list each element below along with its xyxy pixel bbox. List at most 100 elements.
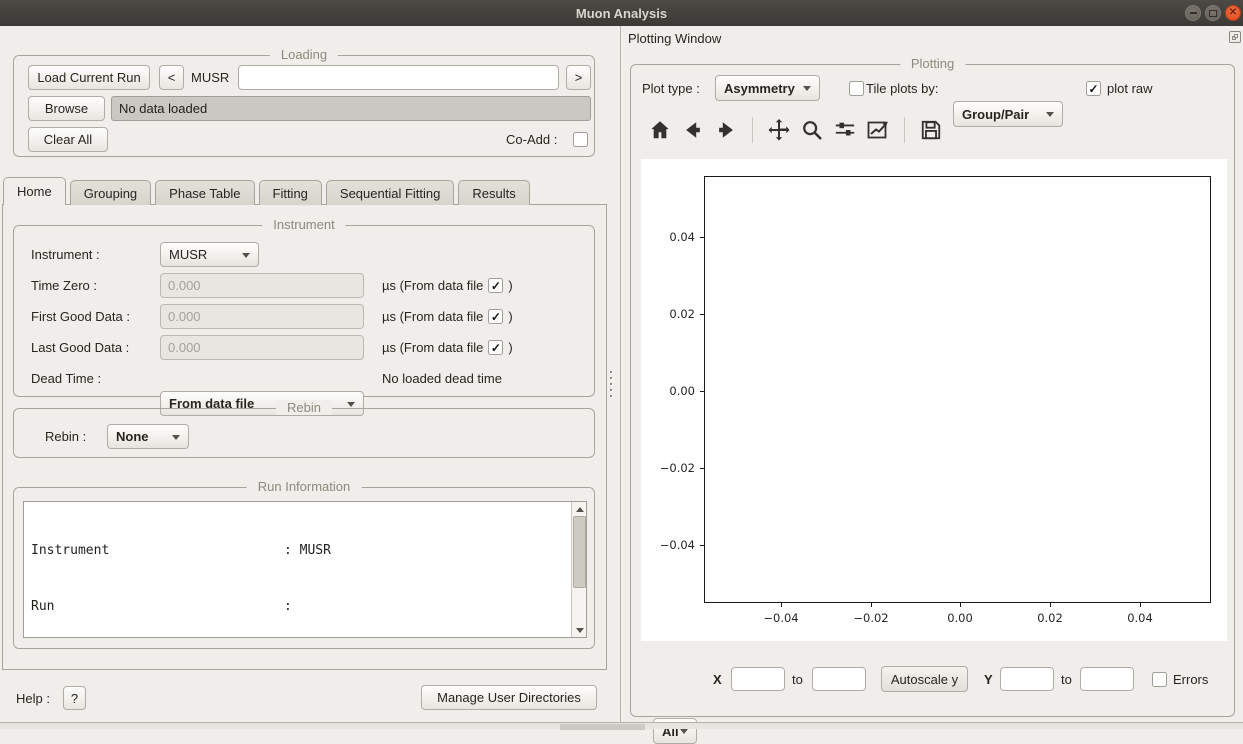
tab-grouping[interactable]: Grouping	[70, 180, 151, 205]
tile-plots-by-combobox[interactable]: Group/Pair	[953, 101, 1063, 127]
plot-raw-checkbox[interactable]: ✓	[1086, 81, 1101, 96]
minimize-button[interactable]	[1185, 5, 1201, 21]
browse-button[interactable]: Browse	[28, 96, 105, 121]
plot-type-label: Plot type :	[642, 76, 700, 101]
run-information-group-label: Run Information	[247, 479, 362, 494]
pan-icon[interactable]	[766, 117, 792, 143]
first-good-data-unit: µs (From data file ✓ )	[382, 304, 513, 329]
maximize-button[interactable]	[1205, 5, 1221, 21]
tile-plots-checkbox[interactable]	[849, 81, 864, 96]
first-good-from-file-checkbox[interactable]: ✓	[488, 309, 503, 324]
loading-group-label: Loading	[270, 47, 338, 62]
clear-all-button[interactable]: Clear All	[28, 127, 108, 152]
load-status-field: No data loaded	[111, 96, 591, 121]
instrument-combobox[interactable]: MUSR	[160, 242, 259, 267]
first-good-unit-text: µs (From data file	[382, 309, 483, 324]
rebin-label: Rebin :	[45, 424, 86, 449]
float-dock-icon[interactable]	[1229, 31, 1241, 43]
x-tick-label: 0.04	[1115, 611, 1165, 625]
back-icon[interactable]	[680, 117, 706, 143]
plotting-group-label: Plotting	[900, 56, 965, 71]
tab-results[interactable]: Results	[458, 180, 529, 205]
splitter-handle[interactable]	[610, 367, 612, 401]
chevron-down-icon	[347, 402, 355, 407]
time-zero-unit: µs (From data file ✓ )	[382, 273, 513, 298]
last-good-data-label: Last Good Data :	[31, 335, 129, 360]
autoscale-y-button[interactable]: Autoscale y	[881, 666, 968, 692]
maximize-icon	[1209, 10, 1217, 17]
next-run-button[interactable]: >	[566, 65, 591, 90]
x-tick-label: 0.02	[1025, 611, 1075, 625]
tab-sequential-fitting[interactable]: Sequential Fitting	[326, 180, 454, 205]
x-tick	[960, 603, 961, 607]
x-tick	[1140, 603, 1141, 607]
rebin-combobox-value: None	[116, 429, 149, 444]
instrument-groupbox: Instrument Instrument : MUSR Time Zero :…	[13, 225, 595, 397]
close-button[interactable]: ✕	[1225, 5, 1241, 21]
bottom-scrollbar-thumb[interactable]	[560, 724, 645, 730]
y-tick-label: 0.02	[651, 307, 695, 321]
zoom-icon[interactable]	[799, 117, 825, 143]
y-to-input[interactable]	[1080, 667, 1134, 691]
plot-type-combobox[interactable]: Asymmetry	[715, 75, 820, 101]
x-from-input[interactable]	[731, 667, 785, 691]
y-tick	[700, 391, 704, 392]
y-tick	[700, 545, 704, 546]
scrollbar-thumb[interactable]	[573, 516, 586, 588]
x-tick	[781, 603, 782, 607]
y-from-input[interactable]	[1000, 667, 1054, 691]
checkmark-icon: ✓	[491, 311, 501, 323]
save-icon[interactable]	[918, 117, 944, 143]
x-tick	[1050, 603, 1051, 607]
run-number-input[interactable]	[238, 65, 559, 90]
rebin-combobox[interactable]: None	[107, 424, 189, 449]
scroll-up-button[interactable]	[572, 502, 587, 516]
load-current-run-button[interactable]: Load Current Run	[28, 65, 150, 90]
co-add-checkbox[interactable]	[573, 132, 588, 147]
tab-phase-table[interactable]: Phase Table	[155, 180, 254, 205]
y-tick-label: −0.02	[651, 461, 695, 475]
previous-run-button[interactable]: <	[159, 65, 184, 90]
checkmark-icon: ✓	[1088, 83, 1098, 95]
tab-fitting[interactable]: Fitting	[259, 180, 322, 205]
bottom-scrollbar[interactable]	[0, 722, 1243, 729]
manage-user-directories-button[interactable]: Manage User Directories	[421, 685, 597, 710]
instrument-combobox-value: MUSR	[169, 247, 207, 262]
x-tick-label: −0.04	[756, 611, 806, 625]
forward-icon[interactable]	[713, 117, 739, 143]
plotting-window-dock-title: Plotting Window	[628, 30, 721, 47]
close-icon: ✕	[1229, 8, 1237, 18]
subplots-icon[interactable]	[832, 117, 858, 143]
titlebar: Muon Analysis ✕	[0, 0, 1243, 26]
errors-label: Errors	[1173, 666, 1208, 692]
run-info-scrollbar[interactable]	[571, 502, 586, 637]
y-to-label: to	[1061, 666, 1072, 692]
y-tick	[700, 237, 704, 238]
time-zero-input[interactable]: 0.000	[160, 273, 364, 298]
rebin-group-label: Rebin	[276, 400, 332, 415]
run-info-line: Instrument: MUSR	[31, 542, 586, 561]
last-good-data-input[interactable]: 0.000	[160, 335, 364, 360]
first-good-data-label: First Good Data :	[31, 304, 130, 329]
customize-icon[interactable]	[865, 117, 891, 143]
scroll-down-button[interactable]	[572, 623, 587, 637]
first-good-data-input[interactable]: 0.000	[160, 304, 364, 329]
plot-canvas[interactable]: 0.04 0.02 0.00 −0.02 −0.04 −0.04 −0.02 0…	[641, 159, 1227, 641]
co-add-label: Co-Add :	[506, 127, 557, 152]
home-icon[interactable]	[647, 117, 673, 143]
y-tick-label: 0.04	[651, 230, 695, 244]
instrument-group-label: Instrument	[262, 217, 345, 232]
x-to-label: to	[792, 666, 803, 692]
help-button[interactable]: ?	[63, 686, 86, 710]
y-range-label: Y	[984, 666, 993, 692]
y-tick	[700, 314, 704, 315]
time-zero-from-file-checkbox[interactable]: ✓	[488, 278, 503, 293]
run-information-textarea[interactable]: Instrument: MUSR Run: Title: Log not fou…	[23, 501, 587, 638]
errors-checkbox[interactable]	[1152, 672, 1167, 687]
help-label: Help :	[16, 686, 50, 710]
loading-groupbox: Loading Load Current Run < MUSR > Browse…	[13, 55, 595, 157]
tab-home[interactable]: Home	[3, 177, 66, 205]
triangle-down-icon	[576, 628, 584, 633]
last-good-from-file-checkbox[interactable]: ✓	[488, 340, 503, 355]
x-to-input[interactable]	[812, 667, 866, 691]
